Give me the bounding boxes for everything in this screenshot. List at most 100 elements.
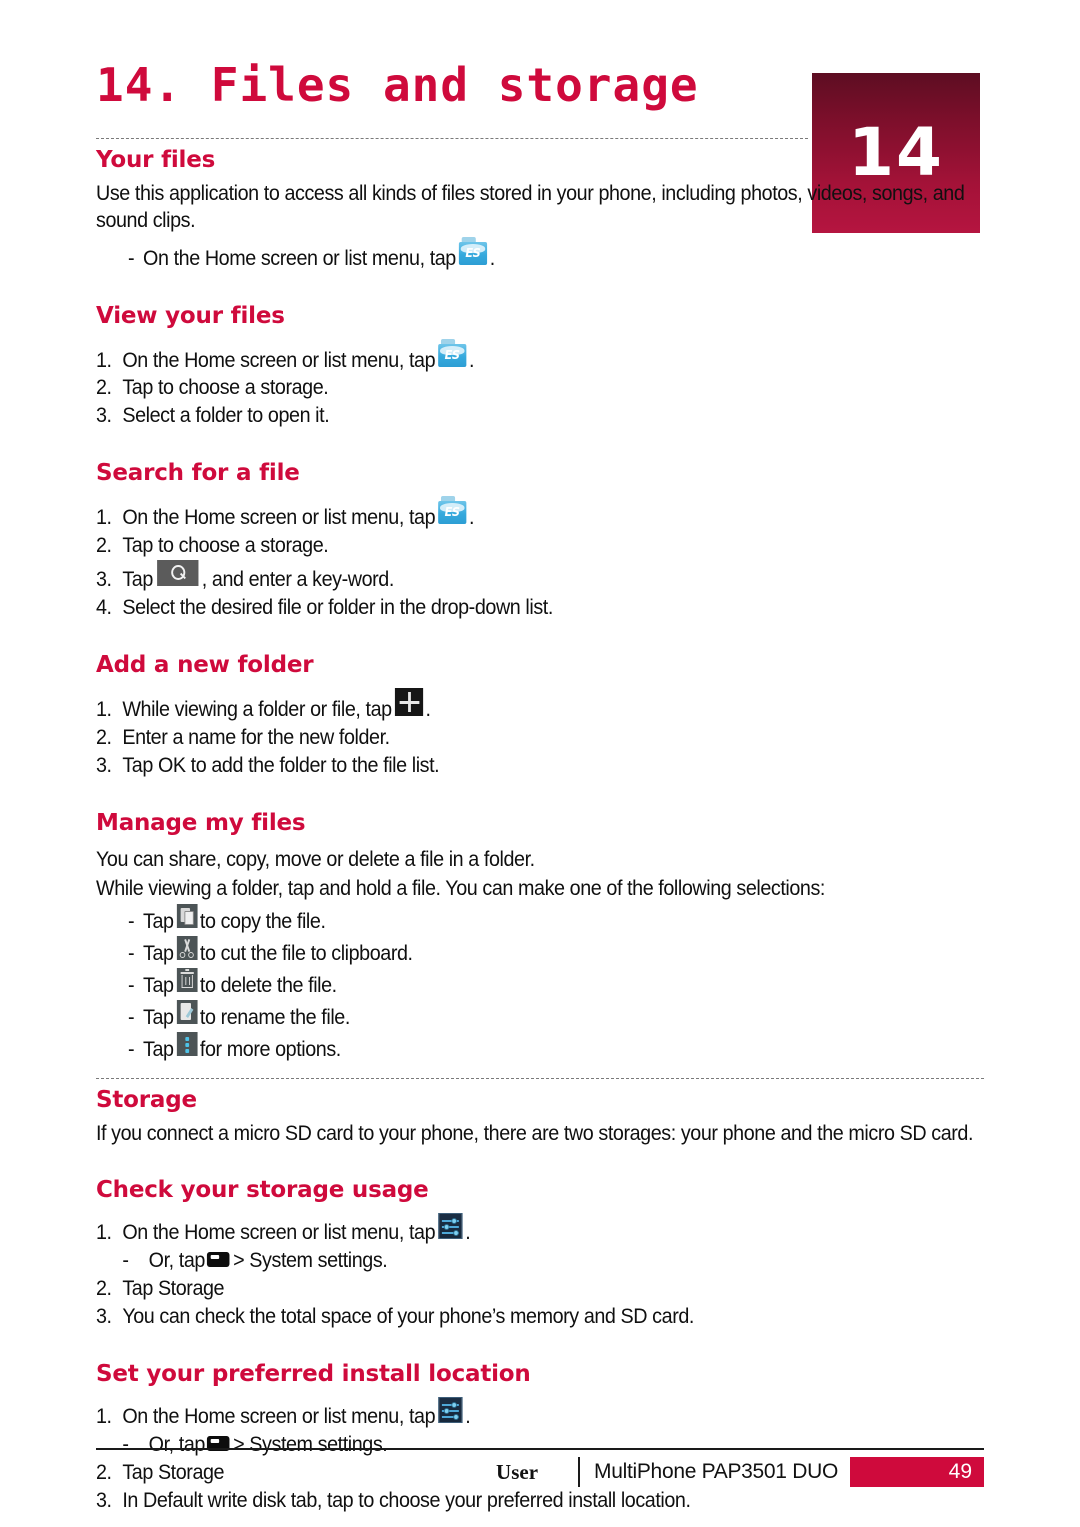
- list-item: - Tap to cut the file to clipboard.: [128, 936, 981, 968]
- step-text-post: .: [468, 348, 475, 372]
- copy-icon[interactable]: [176, 904, 198, 929]
- menu-icon[interactable]: [206, 1252, 230, 1268]
- page-number: 49: [948, 1460, 972, 1483]
- settings-icon[interactable]: [437, 1396, 463, 1423]
- step-text: In Default write disk tab, tap to choose…: [122, 1488, 691, 1512]
- footer-user-label: User: [496, 1459, 539, 1484]
- es-file-explorer-icon[interactable]: ES: [437, 338, 467, 367]
- search-icon[interactable]: [156, 560, 199, 587]
- step-text: Tap OK to add the folder to the file lis…: [122, 753, 440, 777]
- step-marker: 3.: [96, 404, 112, 428]
- subsection-heading-check-your-storage-usage: Check your storage usage: [96, 1177, 429, 1204]
- dash-marker: -: [122, 1249, 129, 1273]
- step-marker: 2.: [96, 534, 112, 558]
- content-column: Your files Use this application to acces…: [96, 138, 984, 1515]
- list-item-text-post: > System settings.: [233, 1249, 388, 1273]
- divider-top: [96, 138, 808, 139]
- check-your-storage-usage-steps: 1. On the Home screen or list menu, tap …: [96, 1213, 984, 1331]
- list-item: 1. On the Home screen or list menu, tap …: [96, 1396, 981, 1431]
- step-text: Enter a name for the new folder.: [122, 725, 390, 749]
- list-item: 2. Tap to choose a storage.: [96, 532, 981, 560]
- step-text: On the Home screen or list menu, tap: [122, 348, 436, 372]
- list-item: - Tap to delete the file.: [128, 968, 981, 1000]
- list-item: 3. You can check the total space of your…: [96, 1303, 981, 1331]
- list-item-text-post: to copy the file.: [199, 910, 326, 934]
- footer-row: User MultiPhone PAP3501 DUO 49: [96, 1457, 984, 1487]
- dash-marker: -: [128, 1006, 135, 1030]
- page-footer: User MultiPhone PAP3501 DUO 49: [96, 1448, 984, 1487]
- settings-icon[interactable]: [437, 1213, 463, 1240]
- subsection-heading-set-your-preferred-install-location: Set your preferred install location: [96, 1360, 531, 1387]
- subsection-heading-add-a-new-folder: Add a new folder: [96, 651, 314, 678]
- step-text-post: , and enter a key-word.: [201, 568, 395, 592]
- step-text: Tap to choose a storage.: [122, 534, 329, 558]
- list-item-text: On the Home screen or list menu, tap: [143, 246, 456, 270]
- step-text-post: .: [465, 1404, 471, 1428]
- list-item: - Or, tap > System settings.: [96, 1247, 1007, 1275]
- your-files-dash-list: - On the Home screen or list menu, tap E…: [96, 236, 984, 273]
- more-options-icon[interactable]: [176, 1032, 198, 1057]
- list-item-text-post: .: [489, 246, 496, 270]
- cut-icon[interactable]: [176, 936, 198, 961]
- step-text-post: .: [468, 506, 475, 530]
- list-item: 4. Select the desired file or folder in …: [96, 594, 981, 622]
- list-item-text: Tap: [143, 1038, 174, 1062]
- step-text: Tap: [122, 568, 153, 592]
- step-marker: 4.: [96, 596, 112, 620]
- manage-my-files-paragraph-1: You can share, copy, move or delete a fi…: [96, 847, 535, 871]
- list-item: 2. Enter a name for the new folder.: [96, 724, 981, 752]
- footer-model-label: MultiPhone PAP3501 DUO: [594, 1460, 838, 1483]
- section-heading-your-files: Your files: [96, 147, 216, 173]
- step-marker: 2.: [96, 725, 112, 749]
- footer-rule: [96, 1448, 984, 1450]
- step-marker: 2.: [96, 1277, 112, 1301]
- list-item: 1. On the Home screen or list menu, tap …: [96, 338, 981, 375]
- list-item-text: Tap: [143, 942, 174, 966]
- step-text: On the Home screen or list menu, tap: [122, 1404, 436, 1428]
- step-marker: 3.: [96, 568, 112, 592]
- es-file-explorer-icon[interactable]: ES: [437, 496, 467, 525]
- manage-my-files-paragraph-2: While viewing a folder, tap and hold a f…: [96, 877, 825, 901]
- step-text: Tap to choose a storage.: [122, 376, 329, 400]
- step-marker: 1.: [96, 1404, 112, 1428]
- list-item: - Tap to copy the file.: [128, 904, 981, 936]
- dash-marker: -: [128, 974, 135, 998]
- dash-marker: -: [128, 1038, 135, 1062]
- dash-marker: -: [128, 942, 135, 966]
- subsection-heading-manage-my-files: Manage my files: [96, 809, 306, 836]
- list-item: 1. While viewing a folder or file, tap .: [96, 687, 981, 724]
- step-marker: 1.: [96, 697, 112, 721]
- list-item: 3. Select a folder to open it.: [96, 402, 981, 430]
- list-item: 1. On the Home screen or list menu, tap …: [96, 1213, 981, 1247]
- list-item-text-post: to cut the file to clipboard.: [199, 942, 413, 966]
- list-item: 2. Tap Storage: [96, 1275, 981, 1303]
- your-files-paragraph: Use this application to access all kinds…: [96, 182, 965, 233]
- section-heading-storage: Storage: [96, 1086, 197, 1113]
- rename-icon[interactable]: [176, 1000, 198, 1025]
- list-item: 3. Tap , and enter a key-word.: [96, 560, 981, 594]
- step-text-post: .: [465, 1221, 471, 1245]
- list-item-text: Tap: [143, 910, 174, 934]
- step-text: On the Home screen or list menu, tap: [122, 506, 436, 530]
- trash-icon[interactable]: [176, 968, 198, 993]
- list-item-text-post: to rename the file.: [199, 1006, 350, 1030]
- divider-storage: [96, 1077, 984, 1079]
- list-item-text-post: for more options.: [199, 1038, 341, 1062]
- document-page: 14. Files and storage 14 Your files Use …: [0, 0, 1080, 1527]
- es-file-explorer-icon[interactable]: ES: [458, 236, 487, 265]
- list-item: 1. On the Home screen or list menu, tap …: [96, 496, 981, 532]
- list-item: 3. Tap OK to add the folder to the file …: [96, 752, 981, 780]
- page-number-badge: 49: [850, 1457, 984, 1487]
- list-item: - Tap for more options.: [128, 1032, 981, 1064]
- plus-icon[interactable]: [394, 687, 423, 716]
- storage-paragraph: If you connect a micro SD card to your p…: [96, 1121, 974, 1145]
- view-your-files-steps: 1. On the Home screen or list menu, tap …: [96, 338, 984, 431]
- dash-marker: -: [128, 246, 135, 270]
- step-text: While viewing a folder or file, tap: [122, 697, 392, 721]
- step-marker: 3.: [96, 1488, 112, 1512]
- step-marker: 2.: [96, 376, 112, 400]
- step-marker: 1.: [96, 1221, 112, 1245]
- step-text: On the Home screen or list menu, tap: [122, 1221, 436, 1245]
- subsection-heading-search-for-a-file: Search for a file: [96, 460, 300, 487]
- subsection-heading-view-your-files: View your files: [96, 302, 285, 329]
